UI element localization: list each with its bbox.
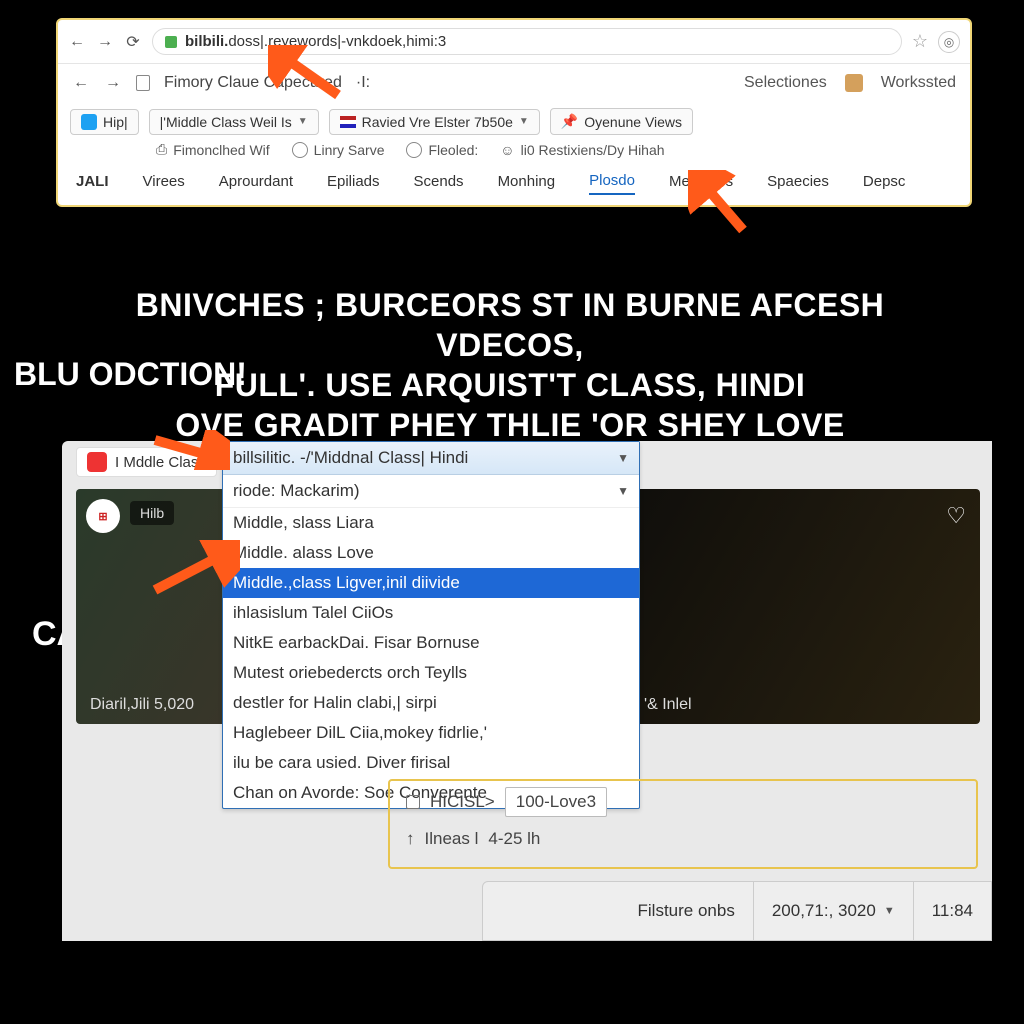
bookmarks-bar: ← → Fimory Claue Capecured ·I: Selection… xyxy=(58,64,970,102)
subtool-fleoled[interactable]: Fleoled: xyxy=(406,142,478,158)
annotation-arrow-icon xyxy=(150,430,230,470)
pin-icon: 📌 xyxy=(561,113,578,130)
channel-badge-icon: ⊞ xyxy=(86,499,120,533)
bottom-bar: Filsture onbs 200,71:, 3020▼ 11:84 xyxy=(482,881,992,941)
info-field-plain: 4-25 lh xyxy=(488,829,540,849)
dropdown-subheader[interactable]: riode: Mackarim) ▼ xyxy=(223,475,639,508)
dropdown-item[interactable]: Middle, slass Liara xyxy=(223,508,639,538)
info-field[interactable]: 100-Love3 xyxy=(505,787,607,817)
info-row-2: ↑ Ilneas l 4-25 lh xyxy=(390,823,976,855)
dropdown-item[interactable]: ihlasislum Talel CiiOs xyxy=(223,598,639,628)
info-box: HICISL> 100-Love3 ↑ Ilneas l 4-25 lh xyxy=(388,779,978,869)
dropdown-item[interactable]: Middle.,class Ligver,inil diivide xyxy=(223,568,639,598)
bookmark-back-icon[interactable]: ← xyxy=(72,74,90,92)
subtool-fimonched[interactable]: ⎙Fimonclhed Wif xyxy=(156,141,270,158)
tab-monhing[interactable]: Monhing xyxy=(498,173,556,194)
toolbar-ravied[interactable]: Ravied Vre Elster 7b50e▼ xyxy=(329,109,540,135)
bottom-time: 11:84 xyxy=(913,882,973,940)
annotation-arrow-icon xyxy=(150,540,240,600)
subtoolbar-row: ⎙Fimonclhed Wif Linry Sarve Fleoled: ☺li… xyxy=(58,141,970,168)
bookmark-star-icon[interactable]: ☆ xyxy=(912,31,928,52)
page-title-suffix: ·I: xyxy=(356,74,370,92)
tab-epiliads[interactable]: Epiliads xyxy=(327,173,380,194)
label-blu-odction: BLU ODCTION! xyxy=(14,357,247,392)
video-chip: Hilb xyxy=(130,501,174,525)
bottom-date[interactable]: 200,71:, 3020▼ xyxy=(753,882,895,940)
search-dropdown: billsilitic. -/'Middnal Class| Hindi ▼ r… xyxy=(222,441,640,809)
flag-icon xyxy=(340,116,356,128)
tab-plosdo[interactable]: Plosdo xyxy=(589,172,635,195)
dropdown-item[interactable]: destler for Halin clabi,| sirpi xyxy=(223,688,639,718)
dropdown-item[interactable]: Mutest oriebedercts orch Teylls xyxy=(223,658,639,688)
back-icon[interactable]: ← xyxy=(68,33,86,51)
address-bar-row: ← → ⟳ bilbili.doss|.reyewords|-vnkdoek,h… xyxy=(58,20,970,64)
url-bar[interactable]: bilbili.doss|.reyewords|-vnkdoek,himi:3 xyxy=(152,28,902,55)
video-panel: I Mddle Class ⊞ Hilb Diaril,Jili 5,020 I… xyxy=(62,441,992,941)
tab-aprourdant[interactable]: Aprourdant xyxy=(219,173,293,194)
chevron-down-icon: ▼ xyxy=(884,905,895,917)
text-icon xyxy=(406,795,420,809)
tab-depsc[interactable]: Depsc xyxy=(863,173,906,194)
record-icon xyxy=(292,142,308,158)
dropdown-item[interactable]: Haglebeer DilL Ciia,mokey fidrlie,' xyxy=(223,718,639,748)
info-label: Ilneas l xyxy=(425,829,479,849)
tab-jali[interactable]: JALI xyxy=(76,173,109,194)
link-worksted[interactable]: Workssted xyxy=(881,74,956,92)
bottom-filter[interactable]: Filsture onbs xyxy=(620,882,735,940)
annotation-arrow-icon xyxy=(688,170,758,240)
extension-icon[interactable]: ◎ xyxy=(938,31,960,53)
upload-icon: ↑ xyxy=(406,829,415,849)
chevron-down-icon: ▼ xyxy=(617,451,629,465)
bookmark-forward-icon[interactable]: → xyxy=(104,74,122,92)
info-label: HICISL> xyxy=(430,792,495,812)
subtool-restixiens[interactable]: ☺li0 Restixiens/Dy Hihah xyxy=(500,142,664,158)
dropdown-item[interactable]: Middle. alass Love xyxy=(223,538,639,568)
right-links: Selectiones Workssted xyxy=(744,74,956,92)
twitter-icon xyxy=(81,114,97,130)
tab-virees[interactable]: Virees xyxy=(143,173,185,194)
reload-icon[interactable]: ⟳ xyxy=(124,33,142,51)
dropdown-input[interactable]: billsilitic. -/'Middnal Class| Hindi ▼ xyxy=(223,442,639,475)
chevron-down-icon: ▼ xyxy=(519,116,529,127)
speaker-icon[interactable] xyxy=(845,74,863,92)
annotation-arrow-icon xyxy=(268,45,348,105)
link-selectiones[interactable]: Selectiones xyxy=(744,74,827,92)
lock-icon xyxy=(165,36,177,48)
chevron-down-icon: ▼ xyxy=(617,484,629,498)
forward-icon[interactable]: → xyxy=(96,33,114,51)
tab-spaecies[interactable]: Spaecies xyxy=(767,173,829,194)
nav-tabs: JALI Virees Aprourdant Epiliads Scends M… xyxy=(58,168,970,205)
toolbar-middle-class[interactable]: |'Middle Class Weil Is▼ xyxy=(149,109,319,135)
page-icon xyxy=(136,75,150,91)
toolbar-views[interactable]: 📌Oyenune Views xyxy=(550,108,693,135)
dropdown-item[interactable]: ilu be cara usied. Diver firisal xyxy=(223,748,639,778)
tab-scends[interactable]: Scends xyxy=(414,173,464,194)
browser-window: ← → ⟳ bilbili.doss|.reyewords|-vnkdoek,h… xyxy=(56,18,972,207)
site-logo-icon xyxy=(87,452,107,472)
chevron-down-icon: ▼ xyxy=(298,116,308,127)
reload-icon xyxy=(406,142,422,158)
heart-icon[interactable]: ♡ xyxy=(946,503,966,529)
subtool-linry[interactable]: Linry Sarve xyxy=(292,142,385,158)
toolbar-row: Hip| |'Middle Class Weil Is▼ Ravied Vre … xyxy=(58,102,970,141)
info-row-1: HICISL> 100-Love3 xyxy=(390,781,976,823)
dropdown-list: Middle, slass LiaraMiddle. alass LoveMid… xyxy=(223,508,639,808)
toolbar-hip[interactable]: Hip| xyxy=(70,109,139,135)
dropdown-item[interactable]: NitkE earbackDai. Fisar Bornuse xyxy=(223,628,639,658)
